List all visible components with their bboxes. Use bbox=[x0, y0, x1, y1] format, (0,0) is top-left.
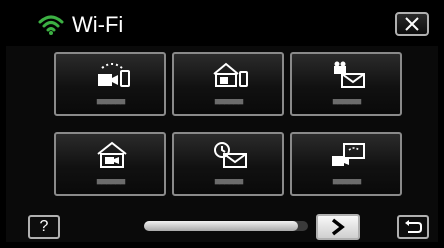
camera-to-smartphone-icon bbox=[98, 63, 130, 87]
video-mail-icon bbox=[334, 61, 365, 88]
home-camera-icon bbox=[97, 141, 127, 168]
page-scrollbar[interactable] bbox=[144, 221, 308, 231]
timer-mail-icon bbox=[214, 142, 247, 168]
close-icon bbox=[405, 17, 419, 31]
tile-label: ■■■■■■ bbox=[214, 176, 244, 188]
tile-label: ■■■■■■ bbox=[214, 96, 244, 108]
screen-frame: Wi-Fi ■■■■■■ ■■■■■■ ■■■■■■ ■■■■■■ ■■■■■■… bbox=[6, 6, 438, 242]
tile-timer-mail[interactable]: ■■■■■■ bbox=[172, 132, 284, 196]
tile-camera-to-smartphone[interactable]: ■■■■■■ bbox=[54, 52, 166, 116]
help-button[interactable]: ? bbox=[28, 215, 60, 239]
return-icon bbox=[405, 220, 422, 233]
tile-label: ■■■■■■ bbox=[96, 96, 126, 108]
tile-video-mail[interactable]: ■■■■■■ bbox=[290, 52, 402, 116]
scrollbar-thumb[interactable] bbox=[144, 221, 299, 231]
tile-home-camera[interactable]: ■■■■■■ bbox=[54, 132, 166, 196]
tile-camera-to-tv[interactable]: ■■■■■■ bbox=[290, 132, 402, 196]
tile-label: ■■■■■■ bbox=[96, 176, 126, 188]
tile-home-camera-smartphone[interactable]: ■■■■■■ bbox=[172, 52, 284, 116]
home-camera-smartphone-icon bbox=[213, 62, 248, 87]
tile-label: ■■■■■■ bbox=[332, 96, 362, 108]
camera-to-tv-icon bbox=[332, 143, 365, 166]
chevron-right-icon bbox=[331, 218, 345, 236]
tile-label: ■■■■■■ bbox=[332, 176, 362, 188]
close-button[interactable] bbox=[395, 12, 429, 36]
next-page-button[interactable] bbox=[316, 214, 360, 240]
wifi-signal-icon bbox=[38, 15, 64, 35]
page-title: Wi-Fi bbox=[72, 12, 124, 37]
back-button[interactable] bbox=[397, 215, 429, 239]
header-bar: Wi-Fi bbox=[6, 6, 438, 46]
